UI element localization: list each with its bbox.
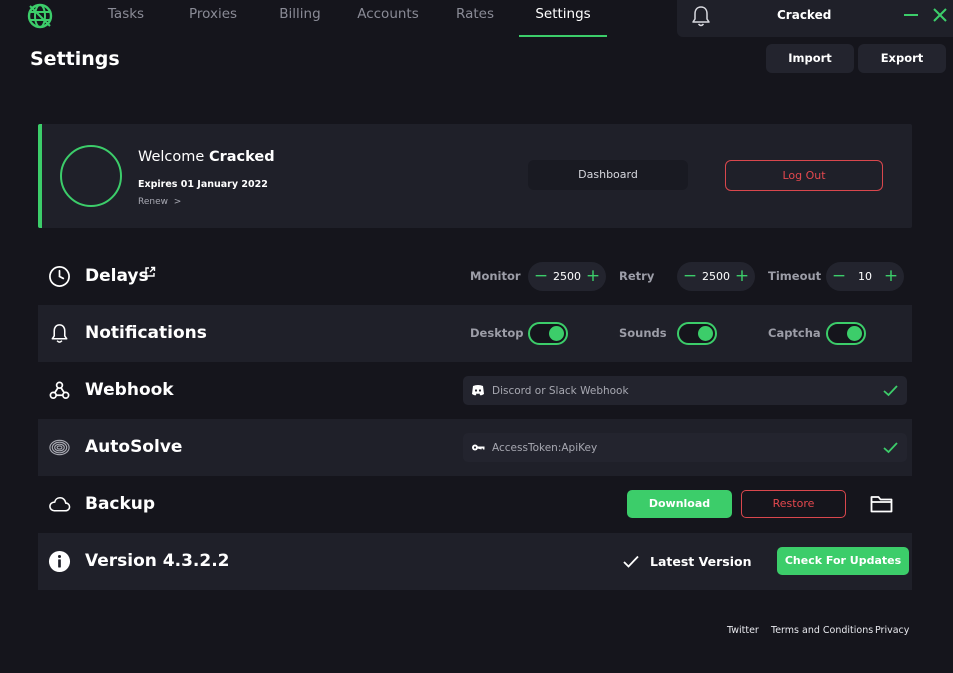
retry-stepper: − 2500 +: [677, 262, 755, 291]
retry-value[interactable]: 2500: [695, 262, 737, 291]
delays-row: Delays Monitor − 2500 + Retry − 2500 + T…: [38, 248, 912, 305]
webhook-label: Webhook: [85, 380, 174, 400]
desktop-label: Desktop: [470, 326, 524, 340]
terms-link[interactable]: Terms and Conditions: [771, 625, 873, 636]
notifications-label: Notifications: [85, 323, 207, 343]
restore-button[interactable]: Restore: [741, 490, 846, 518]
webhook-input-container: [463, 376, 907, 405]
notifications-row: Notifications Desktop Sounds Captcha: [38, 305, 912, 362]
top-username: Cracked: [777, 8, 832, 22]
version-label: Version 4.3.2.2: [85, 551, 230, 571]
version-status: Latest Version: [650, 554, 752, 569]
timeout-stepper: − 10 +: [826, 262, 904, 291]
twitter-link[interactable]: Twitter: [727, 625, 759, 636]
cloud-icon: [49, 497, 71, 512]
sounds-toggle[interactable]: [677, 322, 717, 345]
autosolve-row: AutoSolve: [38, 419, 912, 476]
captcha-toggle[interactable]: [826, 322, 866, 345]
captcha-label: Captcha: [768, 326, 821, 340]
folder-icon[interactable]: [870, 495, 893, 513]
autosolve-input-container: [463, 433, 907, 462]
dashboard-button[interactable]: Dashboard: [528, 160, 688, 190]
import-button[interactable]: Import: [766, 44, 854, 73]
retry-increment-button[interactable]: +: [733, 262, 751, 291]
webhook-row: Webhook: [38, 362, 912, 419]
welcome-greeting: Welcome: [138, 149, 205, 165]
discord-icon: [472, 385, 484, 396]
toggle-knob: [549, 326, 564, 341]
welcome-text: Welcome Cracked: [138, 149, 275, 165]
privacy-link[interactable]: Privacy: [875, 625, 909, 636]
monitor-label: Monitor: [470, 269, 521, 283]
page-title: Settings: [30, 48, 120, 70]
retry-label: Retry: [619, 269, 655, 283]
check-icon: [623, 555, 639, 568]
sounds-label: Sounds: [619, 326, 667, 340]
check-updates-button[interactable]: Check For Updates: [777, 547, 909, 575]
tab-billing[interactable]: Billing: [270, 0, 330, 37]
check-icon: [883, 385, 898, 397]
window-controls-area: Cracked: [677, 0, 953, 37]
avatar: [60, 145, 122, 207]
external-link-icon[interactable]: [144, 266, 156, 278]
desktop-toggle[interactable]: [528, 322, 568, 345]
autosolve-label: AutoSolve: [85, 437, 183, 457]
tab-proxies[interactable]: Proxies: [180, 0, 246, 37]
backup-label: Backup: [85, 494, 156, 514]
webhook-icon: [49, 381, 70, 400]
timeout-label: Timeout: [768, 269, 822, 283]
license-expiry: Expires 01 January 2022: [138, 179, 268, 190]
top-navigation-bar: Tasks Proxies Billing Accounts Rates Set…: [0, 0, 953, 37]
fingerprint-icon: [49, 439, 70, 456]
webhook-input[interactable]: [492, 376, 872, 405]
monitor-stepper: − 2500 +: [528, 262, 606, 291]
autosolve-input[interactable]: [492, 433, 872, 462]
logout-button[interactable]: Log Out: [725, 160, 883, 191]
monitor-increment-button[interactable]: +: [584, 262, 602, 291]
monitor-value[interactable]: 2500: [546, 262, 588, 291]
bell-icon[interactable]: [691, 5, 711, 27]
close-icon[interactable]: [932, 7, 948, 23]
download-button[interactable]: Download: [627, 490, 732, 518]
timeout-value[interactable]: 10: [844, 262, 886, 291]
toggle-knob: [698, 326, 713, 341]
key-icon: [472, 444, 485, 451]
clock-icon: [49, 266, 70, 287]
backup-row: Backup Download Restore: [38, 476, 912, 533]
info-icon: [48, 550, 71, 573]
tab-rates[interactable]: Rates: [446, 0, 504, 37]
timeout-increment-button[interactable]: +: [882, 262, 900, 291]
minimize-icon[interactable]: [904, 14, 918, 16]
toggle-knob: [847, 326, 862, 341]
renew-link[interactable]: Renew >: [138, 197, 181, 207]
delays-label: Delays: [85, 266, 149, 286]
version-row: Version 4.3.2.2 Latest Version Check For…: [38, 533, 912, 590]
bell-icon: [51, 324, 68, 343]
export-button[interactable]: Export: [858, 44, 946, 73]
tab-tasks[interactable]: Tasks: [96, 0, 156, 37]
welcome-card: Welcome Cracked Expires 01 January 2022 …: [38, 124, 912, 228]
globe-logo-icon[interactable]: [26, 2, 54, 30]
check-icon: [883, 442, 898, 454]
tab-accounts[interactable]: Accounts: [352, 0, 424, 37]
welcome-username: Cracked: [208, 149, 275, 165]
tab-settings[interactable]: Settings: [519, 0, 607, 37]
